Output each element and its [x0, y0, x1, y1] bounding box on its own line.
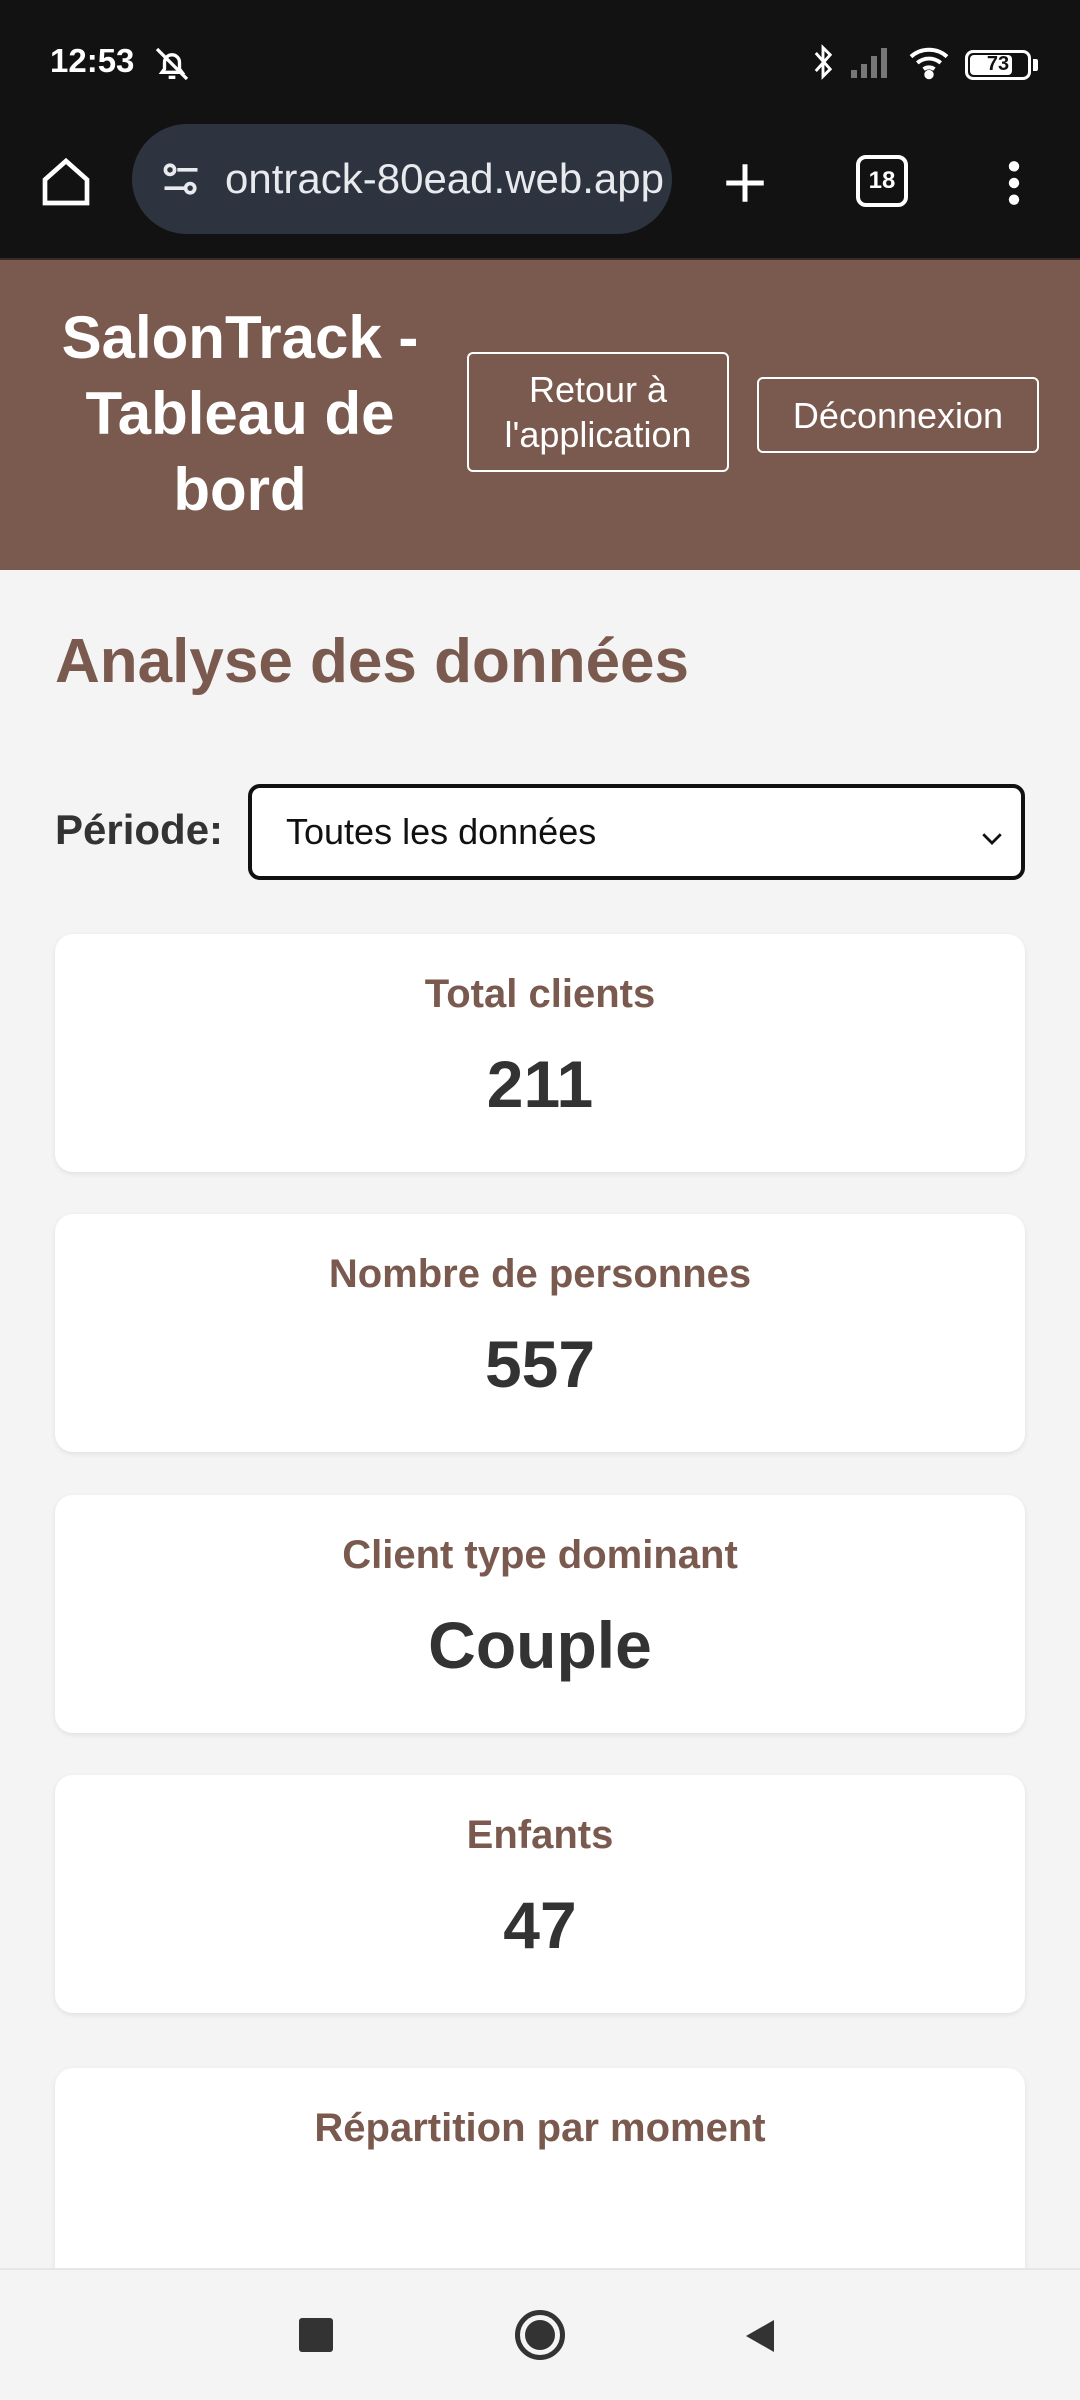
app-header: SalonTrack - Tableau de bord Retour à l'…	[0, 258, 1080, 570]
app-title: SalonTrack - Tableau de bord	[61, 304, 419, 523]
back-button[interactable]	[740, 2316, 780, 2361]
address-bar[interactable]: salontrack-80ead.web.app	[132, 124, 672, 234]
status-icons: 73	[811, 44, 1038, 85]
chevron-down-icon	[977, 820, 1007, 862]
stat-card-people-count: Nombre de personnes 557	[55, 1214, 1025, 1452]
section-title: Analyse des données	[55, 627, 690, 696]
stat-card-total-clients: Total clients 211	[55, 934, 1025, 1172]
browser-toolbar: salontrack-80ead.web.app 18	[0, 124, 1080, 258]
stat-card-dominant-type: Client type dominant Couple	[55, 1495, 1025, 1733]
period-label: Période:	[55, 806, 224, 853]
more-vert-icon	[1008, 161, 1020, 205]
more-menu-button[interactable]	[994, 150, 1034, 216]
stat-label: Client type dominant	[342, 1533, 738, 1577]
system-nav-bar	[0, 2268, 1080, 2400]
stat-value: 557	[484, 1327, 596, 1401]
period-selected-value: Toutes les données	[286, 811, 597, 852]
period-select[interactable]: Toutes les données	[248, 784, 1025, 880]
status-bar: 12:53 73	[0, 0, 1080, 124]
stat-value: 47	[503, 1888, 577, 1962]
stat-label: Total clients	[424, 972, 656, 1016]
battery-icon: 73	[965, 49, 1038, 80]
bluetooth-icon	[811, 44, 835, 85]
back-to-app-button[interactable]: Retour à l'application	[467, 352, 729, 472]
back-triangle-icon	[746, 2320, 774, 2352]
stat-value: Couple	[428, 1608, 652, 1682]
url-text: salontrack-80ead.web.app	[224, 155, 664, 202]
logout-button[interactable]: Déconnexion	[757, 377, 1039, 453]
status-time: 12:53	[50, 42, 135, 79]
signal-icon	[849, 44, 893, 85]
stat-label: Nombre de personnes	[328, 1252, 752, 1296]
dashboard-main: Analyse des données Période: Toutes les …	[0, 570, 1080, 2308]
stat-card-children: Enfants 47	[55, 1775, 1025, 2013]
stat-label: Enfants	[466, 1813, 614, 1857]
home-icon	[42, 157, 90, 206]
home-nav-button[interactable]	[515, 2310, 565, 2360]
tab-switcher-button[interactable]: 18	[856, 155, 908, 207]
chart-card-title: Répartition par moment	[314, 2106, 766, 2150]
home-button[interactable]	[34, 150, 98, 214]
site-settings-icon[interactable]	[156, 154, 206, 204]
plus-icon	[726, 164, 764, 202]
recents-button[interactable]	[299, 2318, 333, 2352]
battery-level: 73	[986, 53, 1010, 75]
wifi-icon	[907, 44, 951, 85]
stat-value: 211	[486, 1047, 594, 1121]
new-tab-button[interactable]	[710, 148, 780, 218]
bell-off-icon	[152, 44, 192, 89]
